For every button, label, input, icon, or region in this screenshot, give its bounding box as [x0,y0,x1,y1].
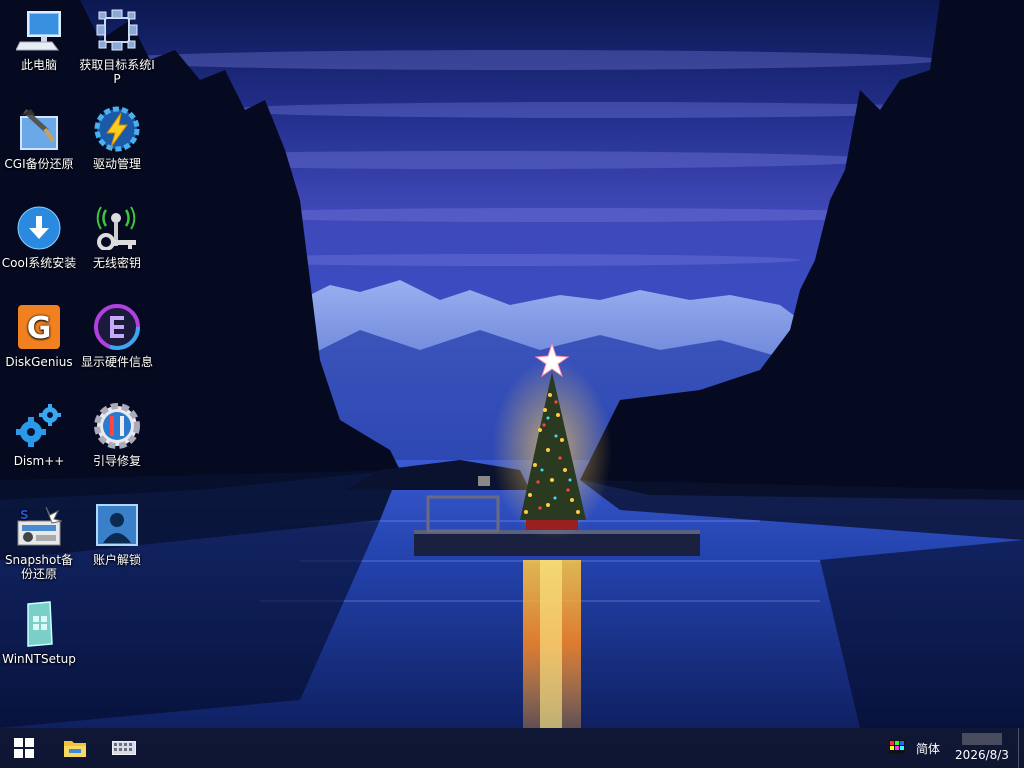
desktop-icon-get-target-ip[interactable]: 获取目标系统IP [78,0,156,94]
input-language-indicator[interactable]: 简体 [916,740,940,757]
desktop-icon-label: 显示硬件信息 [80,355,153,369]
taskbar: 简体 2026/8/3 [0,728,1024,768]
desktop-icon-label: 引导修复 [92,454,141,468]
desktop-icon-hardware-info[interactable]: 显示硬件信息 [78,297,156,391]
cool-installer-icon [15,204,63,252]
desktop-icon-winntsetup[interactable]: WinNTSetup [0,594,78,688]
desktop-icon-label: WinNTSetup [2,652,76,666]
wifi-key-icon [93,204,141,252]
desktop-icon-this-pc[interactable]: 此电脑 [0,0,78,94]
cgi-backup-icon [15,105,63,153]
diskgenius-icon: G [15,303,63,351]
desktop-icon-boot-repair[interactable]: 引导修复 [78,396,156,490]
desktop-icon-label: Snapshot备份还原 [4,553,74,581]
desktop-icon-account-unlock[interactable]: 账户解锁 [78,495,156,589]
taskbar-clock[interactable]: 2026/8/3 [952,733,1012,762]
desktop-icon-label: 驱动管理 [92,157,141,171]
boot-repair-icon [93,402,141,450]
desktop-icon-label: 无线密钥 [92,256,141,270]
desktop-icon-diskgenius[interactable]: G DiskGenius [0,297,78,391]
desktop-icon-label: Dism++ [13,454,65,468]
taskbar-file-explorer[interactable] [51,728,99,768]
desktop-icon-cgi-backup[interactable]: CGI备份还原 [0,99,78,193]
desktop-icon-label: 此电脑 [20,58,57,72]
desktop-icon-driver-manager[interactable]: 驱动管理 [78,99,156,193]
desktop-icon-label: DiskGenius [5,355,73,369]
windows-start-icon [14,738,34,758]
computer-icon [15,6,63,54]
driver-manager-icon [93,105,141,153]
account-unlock-icon [93,501,141,549]
clock-date: 2026/8/3 [955,748,1009,762]
taskbar-on-screen-keyboard[interactable] [100,728,148,768]
start-button[interactable] [0,728,48,768]
desktop-icon-wifi-key[interactable]: 无线密钥 [78,198,156,292]
desktop-icon-label: Cool系统安装 [1,256,77,270]
network-ip-icon [93,6,141,54]
desktop-icon-label: 获取目标系统IP [79,58,155,86]
file-explorer-icon [64,741,86,757]
hardware-info-icon [93,303,141,351]
color-palette-icon[interactable] [889,740,905,754]
svg-text:G: G [27,311,52,346]
desktop-icon-cool-installer[interactable]: Cool系统安装 [0,198,78,292]
on-screen-keyboard-icon [112,741,136,755]
desktop-icon-label: 账户解锁 [92,553,141,567]
desktop-icon-label: CGI备份还原 [4,157,74,171]
svg-text:S: S [20,508,29,522]
desktop-icon-snapshot[interactable]: S Snapshot备份还原 [0,495,78,589]
dism-gears-icon [15,402,63,450]
snapshot-icon: S [15,501,63,549]
show-desktop-button[interactable] [1018,728,1024,768]
clock-time-redacted [962,733,1002,745]
desktop-icon-dism[interactable]: Dism++ [0,396,78,490]
winntsetup-icon [15,600,63,648]
